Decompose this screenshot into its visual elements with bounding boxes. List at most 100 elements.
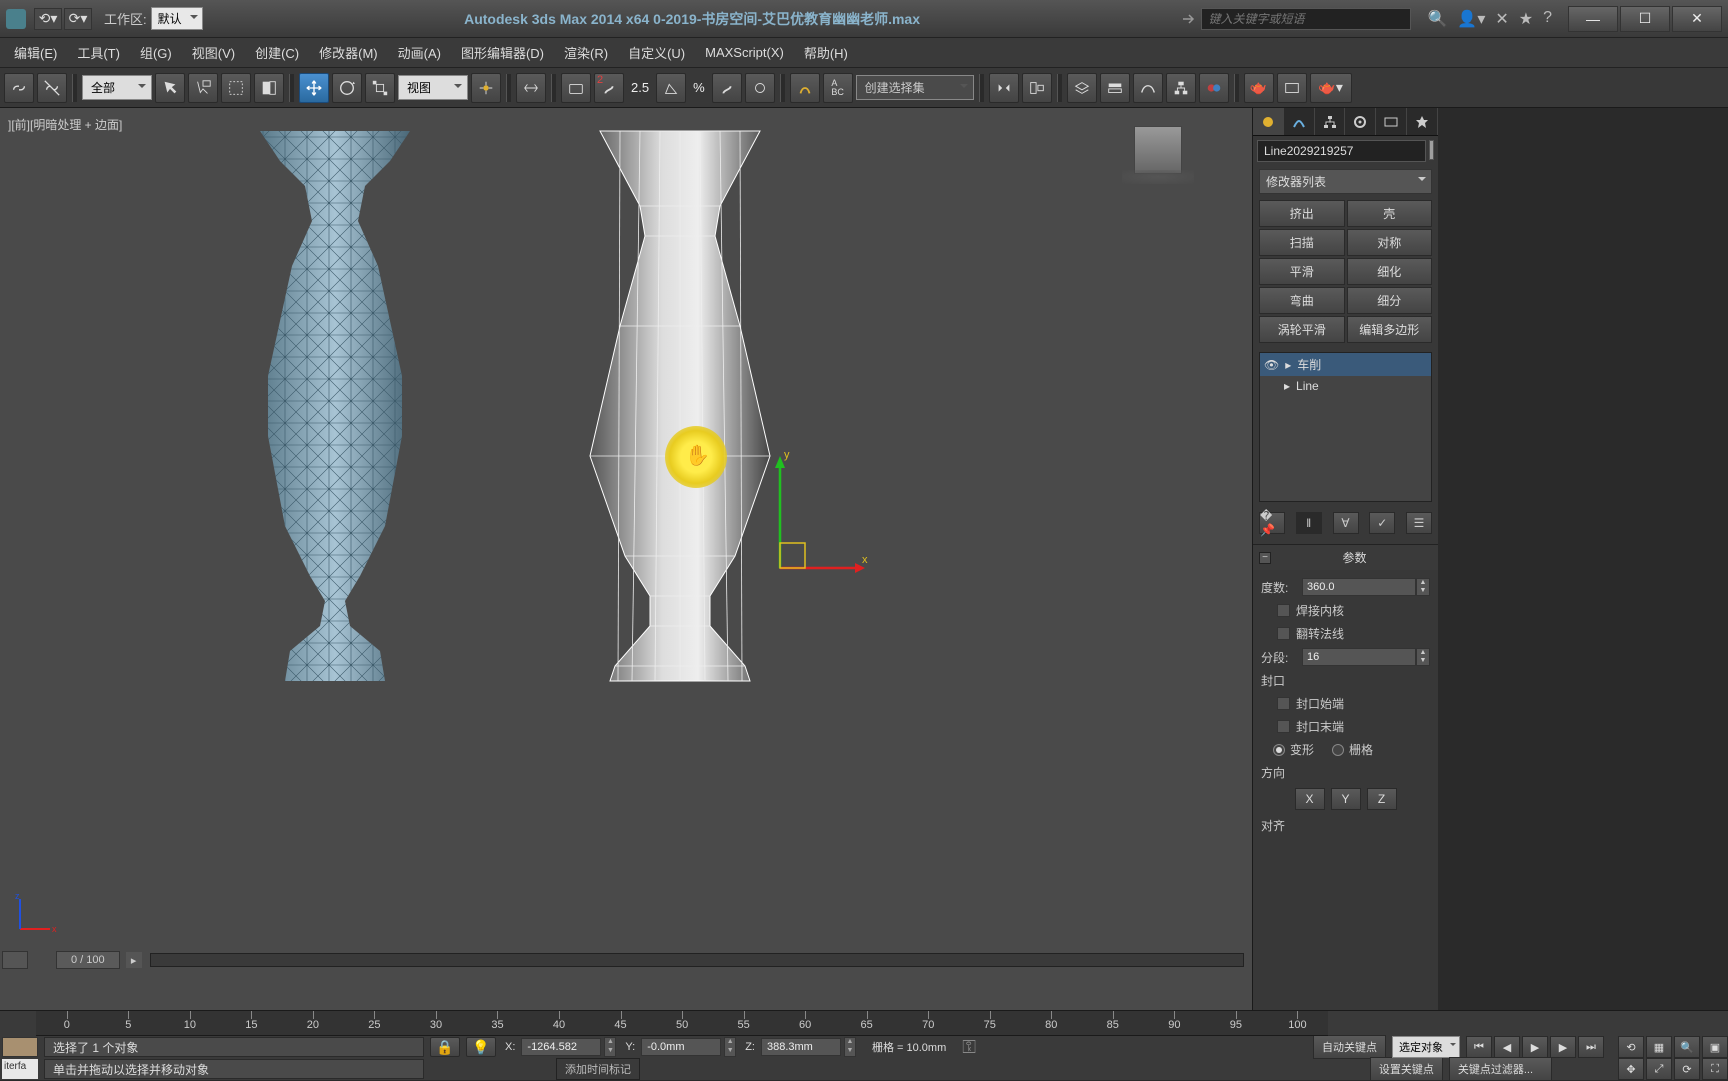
axis-x-button[interactable]: X	[1295, 788, 1325, 810]
unlink-tool[interactable]	[37, 73, 67, 103]
coord-z-spinner[interactable]: ▲▼	[844, 1037, 856, 1057]
render-frame-tool[interactable]	[1277, 73, 1307, 103]
flip-normals-checkbox[interactable]	[1277, 627, 1290, 640]
goto-end-button[interactable]: ⏭	[1578, 1036, 1604, 1058]
axis-z-button[interactable]: Z	[1367, 788, 1397, 810]
menu-animation[interactable]: 动画(A)	[388, 39, 451, 66]
schematic-view-tool[interactable]	[1166, 73, 1196, 103]
coord-z-input[interactable]	[761, 1038, 841, 1056]
menu-group[interactable]: 组(G)	[130, 39, 182, 66]
weld-core-checkbox[interactable]	[1277, 604, 1290, 617]
modifier-stack[interactable]: 👁▸车削 ▸Line	[1259, 352, 1432, 502]
viewport-nav-2[interactable]: ▦	[1646, 1036, 1672, 1058]
favorite-icon[interactable]: ★	[1519, 9, 1533, 29]
btn-shell[interactable]: 壳	[1347, 200, 1433, 227]
cap-start-checkbox[interactable]	[1277, 697, 1290, 710]
move-gizmo[interactable]: x y	[770, 428, 870, 588]
named-sel-tool[interactable]: ABC	[823, 73, 853, 103]
tab-create[interactable]	[1253, 108, 1284, 135]
named-selection-dropdown[interactable]: 创建选择集	[856, 75, 974, 100]
tab-motion[interactable]	[1345, 108, 1376, 135]
add-time-tag-button[interactable]: 添加时间标记	[556, 1058, 640, 1080]
isolate-selection-button[interactable]: 💡	[466, 1037, 496, 1057]
timeline-expand-icon[interactable]: ▸	[126, 952, 142, 968]
next-frame-button[interactable]: ▶	[1550, 1036, 1576, 1058]
render-production-tool[interactable]: 🫖▾	[1310, 73, 1352, 103]
edit-named-sel-tool[interactable]	[790, 73, 820, 103]
ref-coord-dropdown[interactable]: 视图	[398, 75, 468, 100]
search-icon[interactable]: 🔍	[1427, 9, 1447, 29]
exchange-icon[interactable]: ✕	[1495, 9, 1508, 29]
workspace-dropdown[interactable]: 默认	[151, 7, 203, 30]
percent-snap-tool[interactable]	[712, 73, 742, 103]
layer-manager-tool[interactable]	[1067, 73, 1097, 103]
modifier-list-dropdown[interactable]: 修改器列表	[1259, 169, 1432, 194]
viewport-nav-5[interactable]: ✥	[1618, 1058, 1644, 1080]
keyboard-shortcut-tool[interactable]	[561, 73, 591, 103]
btn-smooth[interactable]: 平滑	[1259, 258, 1345, 285]
menu-modifier[interactable]: 修改器(M)	[309, 39, 388, 66]
menu-create[interactable]: 创建(C)	[245, 39, 309, 66]
snap-2d-tool[interactable]: 2	[594, 73, 624, 103]
maximize-button[interactable]: ☐	[1620, 6, 1670, 32]
configure-sets-button[interactable]: ☰	[1406, 512, 1432, 534]
object-name-input[interactable]	[1257, 140, 1426, 162]
redo-dropdown[interactable]: ⟳▾	[64, 8, 92, 30]
btn-editpoly[interactable]: 编辑多边形	[1347, 316, 1433, 343]
script-listener-icon[interactable]	[2, 1037, 38, 1057]
angle-snap-tool[interactable]	[656, 73, 686, 103]
pin-stack-button[interactable]: �📌	[1259, 512, 1285, 534]
menu-help[interactable]: 帮助(H)	[794, 39, 858, 66]
selection-filter-dropdown[interactable]: 全部	[82, 75, 152, 100]
menu-view[interactable]: 视图(V)	[182, 39, 245, 66]
object-color-swatch[interactable]	[1429, 140, 1434, 160]
coord-x-input[interactable]	[521, 1038, 601, 1056]
play-button[interactable]: ▶	[1522, 1036, 1548, 1058]
signin-icon[interactable]: 👤▾	[1457, 9, 1485, 29]
tab-hierarchy[interactable]	[1315, 108, 1346, 135]
menu-graph[interactable]: 图形编辑器(D)	[451, 39, 554, 66]
coord-y-input[interactable]	[641, 1038, 721, 1056]
tab-display[interactable]	[1376, 108, 1407, 135]
viewport-nav-6[interactable]: ⤢	[1646, 1058, 1672, 1080]
prev-frame-button[interactable]: ◀	[1494, 1036, 1520, 1058]
grid-radio[interactable]	[1332, 744, 1344, 756]
menu-edit[interactable]: 编辑(E)	[4, 39, 67, 66]
material-editor-tool[interactable]	[1199, 73, 1229, 103]
coord-x-spinner[interactable]: ▲▼	[604, 1037, 616, 1057]
timeline-slider[interactable]: 0 / 100 ▸	[0, 950, 1252, 970]
lock-selection-button[interactable]: 🔒	[430, 1037, 460, 1057]
viewport-nav-7[interactable]: ⟳	[1674, 1058, 1700, 1080]
rotate-tool[interactable]	[332, 73, 362, 103]
make-unique-button[interactable]: ∀	[1333, 512, 1359, 534]
btn-sweep[interactable]: 扫描	[1259, 229, 1345, 256]
menu-render[interactable]: 渲染(R)	[554, 39, 618, 66]
viewport-nav-8[interactable]: ⛶	[1702, 1058, 1728, 1080]
use-pivot-tool[interactable]	[471, 73, 501, 103]
select-by-name-tool[interactable]	[188, 73, 218, 103]
vase-mesh-right[interactable]	[560, 126, 800, 686]
timeline-handle[interactable]	[2, 951, 28, 969]
btn-extrude[interactable]: 挤出	[1259, 200, 1345, 227]
spinner-snap-tool[interactable]	[745, 73, 775, 103]
segments-input[interactable]	[1302, 648, 1416, 666]
btn-symmetry[interactable]: 对称	[1347, 229, 1433, 256]
set-key-button[interactable]: 设置关键点	[1370, 1057, 1443, 1081]
remove-modifier-button[interactable]: ✓	[1369, 512, 1395, 534]
goto-start-button[interactable]: ⏮	[1466, 1036, 1492, 1058]
degrees-input[interactable]	[1302, 578, 1416, 596]
undo-dropdown[interactable]: ⟲▾	[34, 8, 62, 30]
rollout-params-header[interactable]: −参数	[1253, 545, 1438, 570]
time-ruler[interactable]: 0510152025303540455055606570758085909510…	[36, 1011, 1328, 1036]
select-object-tool[interactable]	[155, 73, 185, 103]
render-setup-tool[interactable]: 🫖	[1244, 73, 1274, 103]
axis-y-button[interactable]: Y	[1331, 788, 1361, 810]
btn-turbosmooth[interactable]: 涡轮平滑	[1259, 316, 1345, 343]
graphite-ribbon-tool[interactable]	[1100, 73, 1130, 103]
menu-maxscript[interactable]: MAXScript(X)	[695, 41, 794, 64]
key-target-dropdown[interactable]: 选定对象	[1392, 1036, 1460, 1058]
search-input[interactable]	[1201, 8, 1411, 30]
viewport-nav-1[interactable]: ⟲	[1618, 1036, 1644, 1058]
cap-end-checkbox[interactable]	[1277, 720, 1290, 733]
move-tool[interactable]	[299, 73, 329, 103]
